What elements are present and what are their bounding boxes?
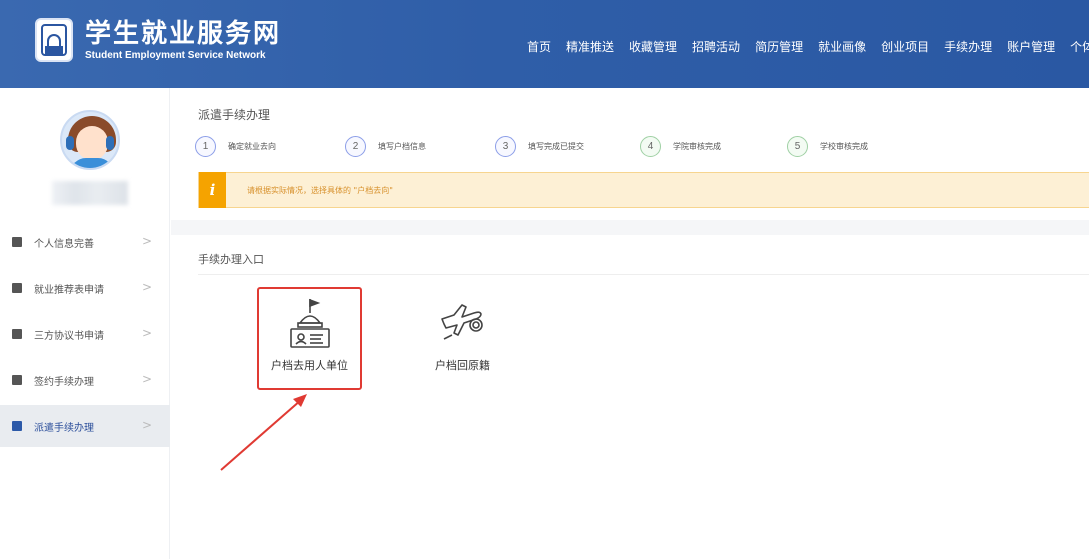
blurred-username	[52, 181, 128, 205]
step-number: 4	[640, 136, 661, 157]
chevron-right-icon: >	[142, 418, 153, 432]
step-label: 学院审核完成	[673, 142, 721, 151]
sidebar-item-dispatch[interactable]: 派遣手续办理 >	[0, 405, 170, 447]
card-label: 户档去用人单位	[271, 359, 348, 372]
pointer-arrow-icon	[220, 394, 307, 471]
nav-startup[interactable]: 创业项目	[881, 38, 929, 55]
chevron-right-icon: >	[142, 326, 153, 340]
map-icon	[12, 421, 22, 431]
document-icon	[12, 283, 22, 293]
sidebar-item-label: 就业推荐表申请	[34, 284, 104, 296]
card-label: 户档回原籍	[435, 359, 490, 372]
step-number: 2	[345, 136, 366, 157]
university-seal-icon	[35, 18, 73, 62]
site-logo[interactable]: 学生就业服务网 Student Employment Service Netwo…	[35, 18, 281, 62]
document-icon	[12, 329, 22, 339]
avatar[interactable]	[60, 110, 120, 170]
sidebar-item-signing[interactable]: 签约手续办理 >	[0, 359, 170, 401]
step-number: 3	[495, 136, 516, 157]
step-label: 填写户档信息	[378, 142, 426, 151]
sidebar-item-label: 签约手续办理	[34, 376, 94, 388]
card-archive-to-employer[interactable]: 户档去用人单位	[257, 287, 362, 390]
site-title-cn: 学生就业服务网	[85, 18, 282, 49]
chevron-right-icon: >	[142, 234, 153, 248]
step-1: 1 确定就业去向	[195, 136, 276, 157]
nav-recommend[interactable]: 精准推送	[566, 38, 614, 55]
top-nav: 首页 精准推送 收藏管理 招聘活动 简历管理 就业画像 创业项目 手续办理 账户…	[527, 38, 1089, 55]
plane-icon	[441, 304, 483, 340]
card-archive-to-origin[interactable]: 户档回原籍	[410, 287, 515, 390]
nav-recruitment[interactable]: 招聘活动	[692, 38, 740, 55]
user-icon	[12, 237, 22, 247]
nav-favorites[interactable]: 收藏管理	[629, 38, 677, 55]
building-id-icon	[290, 298, 330, 348]
step-4: 4 学院审核完成	[640, 136, 721, 157]
sidebar-item-label: 个人信息完善	[34, 238, 94, 250]
chevron-right-icon: >	[142, 280, 153, 294]
site-header: 学生就业服务网 Student Employment Service Netwo…	[0, 0, 1089, 88]
page-title: 派遣手续办理	[198, 108, 271, 122]
step-2: 2 填写户档信息	[345, 136, 426, 157]
site-title-en: Student Employment Service Network	[85, 49, 266, 61]
step-number: 1	[195, 136, 216, 157]
nav-home[interactable]: 首页	[527, 38, 551, 55]
sidebar-item-tripartite[interactable]: 三方协议书申请 >	[0, 313, 170, 355]
nav-consult[interactable]: 个体咨询	[1070, 38, 1089, 55]
info-icon: i	[199, 172, 226, 208]
nav-procedures[interactable]: 手续办理	[944, 38, 992, 55]
nav-account[interactable]: 账户管理	[1007, 38, 1055, 55]
chevron-right-icon: >	[142, 372, 153, 386]
nav-profile[interactable]: 就业画像	[818, 38, 866, 55]
step-3: 3 填写完成已提交	[495, 136, 584, 157]
tip-banner: i 请根据实际情况，选择具体的 "户档去向"	[198, 172, 1089, 208]
nav-resume[interactable]: 简历管理	[755, 38, 803, 55]
divider	[198, 274, 1089, 275]
sidebar-menu: 个人信息完善 > 就业推荐表申请 > 三方协议书申请 > 签约手续办理 > 派遣…	[0, 221, 170, 451]
sidebar-item-personal-info[interactable]: 个人信息完善 >	[0, 221, 170, 263]
step-label: 学校审核完成	[820, 142, 868, 151]
sidebar-item-label: 三方协议书申请	[34, 330, 104, 342]
step-label: 填写完成已提交	[528, 142, 584, 151]
sidebar: 个人信息完善 > 就业推荐表申请 > 三方协议书申请 > 签约手续办理 > 派遣…	[0, 88, 170, 559]
calendar-icon	[12, 375, 22, 385]
progress-steps: 1 确定就业去向 2 填写户档信息 3 填写完成已提交 4 学院审核完成 5 学…	[195, 136, 1075, 158]
sidebar-item-label: 派遣手续办理	[34, 422, 94, 434]
tip-text: 请根据实际情况，选择具体的 "户档去向"	[247, 186, 393, 195]
step-label: 确定就业去向	[228, 142, 276, 151]
step-5: 5 学校审核完成	[787, 136, 868, 157]
entry-section-title: 手续办理入口	[198, 253, 264, 266]
step-number: 5	[787, 136, 808, 157]
sidebar-item-recommend-form[interactable]: 就业推荐表申请 >	[0, 267, 170, 309]
